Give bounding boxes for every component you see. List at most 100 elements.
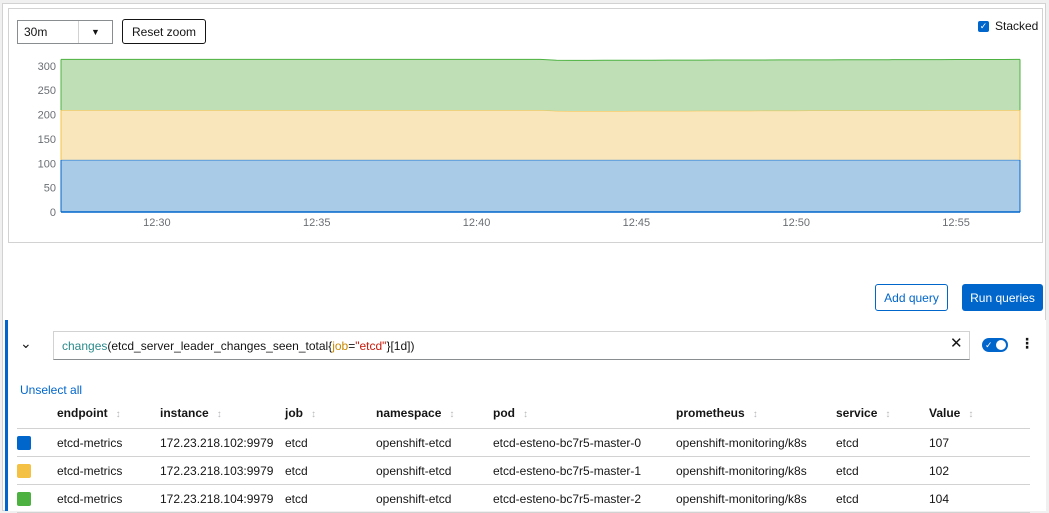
sort-icon[interactable]: ↕ xyxy=(968,409,973,420)
query-label-key: job xyxy=(332,338,349,353)
cell-prometheus: openshift-monitoring/k8s xyxy=(676,456,836,485)
cell-value: 102 xyxy=(929,456,1030,485)
cell-pod: etcd-esteno-bc7r5-master-1 xyxy=(493,456,676,485)
table-body: etcd-metrics 172.23.218.102:9979 etcd opens… xyxy=(17,428,1030,513)
sort-icon[interactable]: ↕ xyxy=(311,409,316,420)
series-area-0 xyxy=(61,159,1020,212)
series-color-swatch[interactable] xyxy=(17,463,31,478)
reset-zoom-button[interactable]: Reset zoom xyxy=(122,19,207,44)
cell-pod: etcd-esteno-bc7r5-master-2 xyxy=(493,484,676,513)
column-header-value[interactable]: Value ↕ xyxy=(929,398,1030,429)
kebab-menu-icon[interactable]: ⋮ xyxy=(1020,335,1034,352)
caret-down-icon[interactable]: ▼ xyxy=(79,27,112,37)
column-header-service[interactable]: service ↕ xyxy=(836,398,929,429)
column-header-prometheus[interactable]: prometheus ↕ xyxy=(676,398,836,429)
chevron-down-icon[interactable]: ⌄ xyxy=(20,335,32,352)
results-table: endpoint ↕ instance ↕ job ↕ namespace ↕ pod ↕ prom… xyxy=(17,398,1030,513)
column-header-label: namespace xyxy=(376,406,442,420)
swatch-column-header xyxy=(17,398,57,429)
unselect-all-link[interactable]: Unselect all xyxy=(20,383,82,397)
cell-service: etcd xyxy=(836,456,929,485)
y-tick-label: 250 xyxy=(38,85,56,97)
cell-job: etcd xyxy=(285,456,376,485)
cell-instance: 172.23.218.102:9979 xyxy=(160,428,285,457)
check-icon: ✓ xyxy=(985,340,993,350)
checkbox-checked-icon[interactable]: ✓ xyxy=(978,20,989,32)
cell-instance: 172.23.218.104:9979 xyxy=(160,484,285,513)
series-color-swatch[interactable] xyxy=(17,435,31,450)
column-header-namespace[interactable]: namespace ↕ xyxy=(376,398,493,429)
x-tick-label: 12:45 xyxy=(623,217,651,229)
series-area-1 xyxy=(61,110,1020,160)
column-header-job[interactable]: job ↕ xyxy=(285,398,376,429)
column-header-label: instance xyxy=(160,406,209,420)
column-header-label: prometheus xyxy=(676,406,745,420)
close-icon[interactable]: ✕ xyxy=(950,334,963,352)
cell-namespace: openshift-etcd xyxy=(376,456,493,485)
sort-icon[interactable]: ↕ xyxy=(753,409,758,420)
add-query-button[interactable]: Add query xyxy=(875,284,948,311)
x-tick-label: 12:30 xyxy=(143,217,171,229)
cell-prometheus: openshift-monitoring/k8s xyxy=(676,484,836,513)
y-tick-label: 0 xyxy=(50,207,56,219)
time-span-value: 30m xyxy=(24,25,48,39)
x-tick-label: 12:40 xyxy=(463,217,491,229)
promql-query-input[interactable]: changes (etcd_server_leader_changes_seen_… xyxy=(53,331,970,360)
series-color-cell[interactable] xyxy=(17,428,57,457)
sort-icon[interactable]: ↕ xyxy=(885,409,890,420)
cell-value: 104 xyxy=(929,484,1030,513)
y-tick-label: 150 xyxy=(38,134,56,146)
run-queries-button[interactable]: Run queries xyxy=(962,284,1043,311)
table-row[interactable]: etcd-metrics 172.23.218.103:9979 etcd opens… xyxy=(17,456,1030,485)
column-header-label: pod xyxy=(493,406,515,420)
x-tick-label: 12:35 xyxy=(303,217,331,229)
cell-prometheus: openshift-monitoring/k8s xyxy=(676,428,836,457)
column-header-label: service xyxy=(836,406,878,420)
cell-pod: etcd-esteno-bc7r5-master-0 xyxy=(493,428,676,457)
x-tick-label: 12:50 xyxy=(782,217,810,229)
time-span-dropdown[interactable]: 30m ▼ xyxy=(17,20,113,44)
stacked-checkbox[interactable]: ✓ Stacked xyxy=(978,19,1038,33)
query-label-value: "etcd" xyxy=(355,338,387,353)
cell-namespace: openshift-etcd xyxy=(376,428,493,457)
cell-instance: 172.23.218.103:9979 xyxy=(160,456,285,485)
cell-value: 107 xyxy=(929,428,1030,457)
cell-job: etcd xyxy=(285,428,376,457)
query-function: changes xyxy=(62,338,108,353)
y-tick-label: 200 xyxy=(38,110,56,122)
cell-namespace: openshift-etcd xyxy=(376,484,493,513)
query-enable-toggle[interactable]: ✓ xyxy=(982,338,1008,352)
x-tick-label: 12:55 xyxy=(942,217,970,229)
sort-icon[interactable]: ↕ xyxy=(217,409,222,420)
series-color-cell[interactable] xyxy=(17,484,57,513)
sort-icon[interactable]: ↕ xyxy=(116,409,121,420)
cell-service: etcd xyxy=(836,484,929,513)
cell-job: etcd xyxy=(285,484,376,513)
column-header-instance[interactable]: instance ↕ xyxy=(160,398,285,429)
column-header-endpoint[interactable]: endpoint ↕ xyxy=(57,398,160,429)
series-color-swatch[interactable] xyxy=(17,491,31,506)
cell-service: etcd xyxy=(836,428,929,457)
query-range: }[1d]) xyxy=(386,338,415,353)
stacked-area-chart[interactable]: 0 50 100 150 200 250 300 12:30 12:35 12:40 12:45 12… xyxy=(8,50,1033,235)
table-header-row: endpoint ↕ instance ↕ job ↕ namespace ↕ pod ↕ prom… xyxy=(17,398,1030,429)
series-color-cell[interactable] xyxy=(17,456,57,485)
table-row[interactable]: etcd-metrics 172.23.218.102:9979 etcd opens… xyxy=(17,428,1030,457)
query-metric: (etcd_server_leader_changes_seen_total{ xyxy=(107,338,333,353)
column-header-label: endpoint xyxy=(57,406,108,420)
column-header-label: job xyxy=(285,406,303,420)
cell-endpoint: etcd-metrics xyxy=(57,428,160,457)
toggle-knob xyxy=(996,340,1006,350)
stacked-label: Stacked xyxy=(995,19,1039,33)
sort-icon[interactable]: ↕ xyxy=(523,409,528,420)
y-tick-label: 100 xyxy=(38,158,56,170)
sort-icon[interactable]: ↕ xyxy=(449,409,454,420)
cell-endpoint: etcd-metrics xyxy=(57,456,160,485)
column-header-pod[interactable]: pod ↕ xyxy=(493,398,676,429)
table-row[interactable]: etcd-metrics 172.23.218.104:9979 etcd opens… xyxy=(17,484,1030,513)
query-label-eq: = xyxy=(348,338,356,353)
cell-endpoint: etcd-metrics xyxy=(57,484,160,513)
y-tick-label: 50 xyxy=(44,183,56,195)
y-tick-label: 300 xyxy=(38,61,56,73)
column-header-label: Value xyxy=(929,406,961,420)
